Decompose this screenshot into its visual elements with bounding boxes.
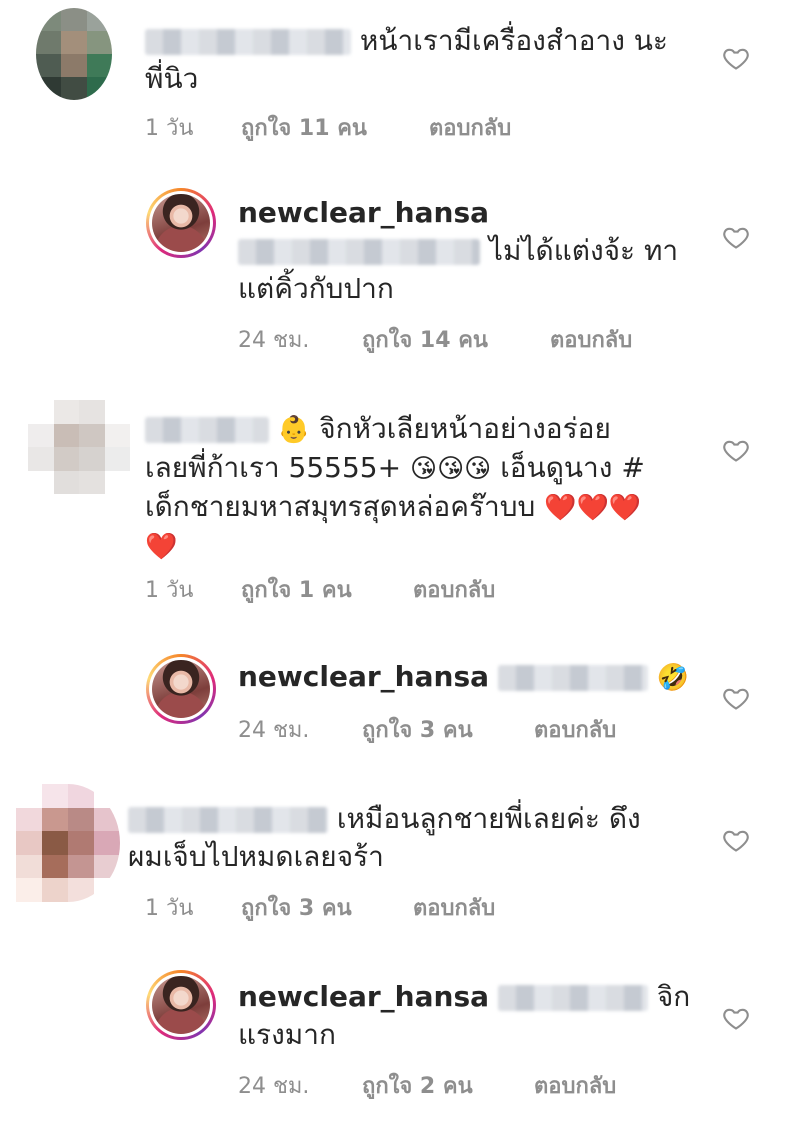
likes-count[interactable]: ถูกใจ 3 คน [241,890,413,925]
comment-item: เหมือนลูกชายพี่เลยค่ะ ดึง ผมเจ็บไปหมดเลย… [0,780,800,940]
comment-time: 1 วัน [145,896,194,921]
kiss-emoji: 😘 [437,454,465,484]
comment-item: 👶 จิกหัวเลียหน้าอย่างอร่อย เลยพี่ก้าเรา … [0,390,800,630]
redacted-username [128,807,328,833]
username[interactable]: newclear_hansa [238,196,489,229]
avatar[interactable] [146,654,216,724]
reply-button[interactable]: ตอบกลับ [429,110,511,145]
redacted-mention [238,239,480,265]
red-heart-emoji: ❤️ [576,493,609,523]
redacted-mention [497,665,648,691]
comment-text: newclear_hansa จิก แรงมาก [238,980,691,1051]
likes-count[interactable]: ถูกใจ 14 คน [362,322,550,357]
comment-text: 👶 จิกหัวเลียหน้าอย่างอร่อย เลยพี่ก้าเรา … [145,410,705,566]
comment-text: newclear_hansa 🤣 [238,658,708,697]
baby-emoji: 👶 [277,415,311,445]
redacted-mention [497,985,648,1011]
heart-outline-icon[interactable] [722,1004,750,1032]
username[interactable]: newclear_hansa [238,980,489,1013]
heart-outline-icon[interactable] [722,826,750,854]
heart-outline-icon[interactable] [722,44,750,72]
reply-button[interactable]: ตอบกลับ [534,1068,616,1103]
comment-text: newclear_hansa ไม่ได้แต่งจ้ะ ทา แต่คิ้วก… [238,196,679,305]
reply-comment-item: newclear_hansa จิก แรงมาก 24 ชม. ถูกใจ 2… [0,960,800,1110]
red-heart-emoji: ❤️ [608,493,642,523]
likes-count[interactable]: ถูกใจ 3 คน [362,712,534,747]
comment-time: 1 วัน [145,578,194,603]
likes-count[interactable]: ถูกใจ 11 คน [241,110,429,145]
reply-comment-item: newclear_hansa ไม่ได้แต่งจ้ะ ทา แต่คิ้วก… [0,170,800,370]
reply-button[interactable]: ตอบกลับ [550,322,632,357]
comment-meta: 1 วัน ถูกใจ 3 คน ตอบกลับ [145,890,495,925]
comment-time: 24 ชม. [238,328,310,353]
heart-outline-icon[interactable] [722,223,750,251]
heart-outline-icon[interactable] [722,436,750,464]
comment-meta: 1 วัน ถูกใจ 1 คน ตอบกลับ [145,572,495,607]
avatar[interactable] [146,970,216,1040]
comment-time: 24 ชม. [238,1074,310,1099]
kiss-emoji: 😘 [409,454,438,484]
rofl-emoji: 🤣 [656,663,690,693]
avatar[interactable] [146,188,216,258]
reply-button[interactable]: ตอบกลับ [413,890,495,925]
reply-comment-item: newclear_hansa 🤣 24 ชม. ถูกใจ 3 คน ตอบกล… [0,650,800,760]
avatar[interactable] [36,8,112,100]
reply-button[interactable]: ตอบกลับ [534,712,616,747]
comment-meta: 24 ชม. ถูกใจ 2 คน ตอบกลับ [238,1068,616,1103]
red-heart-emoji: ❤️ [145,532,178,562]
username[interactable]: newclear_hansa [238,660,489,693]
comment-text: หน้าเรามีเครื่องสำอาง นะ พี่นิว [145,24,668,95]
likes-count[interactable]: ถูกใจ 2 คน [362,1068,534,1103]
redacted-username [145,417,269,443]
comment-text: เหมือนลูกชายพี่เลยค่ะ ดึง ผมเจ็บไปหมดเลย… [128,802,641,873]
comment-time: 1 วัน [145,116,194,141]
avatar[interactable] [28,400,130,494]
comment-time: 24 ชม. [238,718,310,743]
heart-outline-icon[interactable] [722,684,750,712]
redacted-username [145,29,351,55]
avatar[interactable] [16,784,120,902]
reply-button[interactable]: ตอบกลับ [413,572,495,607]
red-heart-emoji: ❤️ [544,493,577,523]
comment-meta: 24 ชม. ถูกใจ 14 คน ตอบกลับ [238,322,632,357]
comment-meta: 24 ชม. ถูกใจ 3 คน ตอบกลับ [238,712,616,747]
kiss-emoji: 😘 [464,454,492,484]
comment-meta: 1 วัน ถูกใจ 11 คน ตอบกลับ [145,110,511,145]
likes-count[interactable]: ถูกใจ 1 คน [241,572,413,607]
comment-item: หน้าเรามีเครื่องสำอาง นะ พี่นิว 1 วัน ถู… [0,0,800,160]
